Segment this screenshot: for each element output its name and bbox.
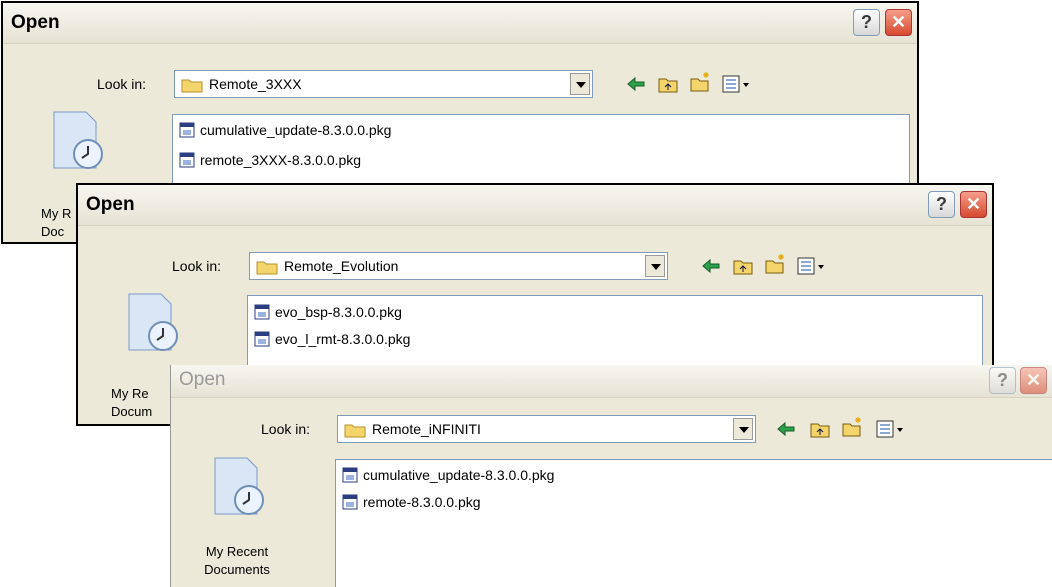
- back-arrow-icon[interactable]: [700, 255, 722, 277]
- my-recent-documents-label[interactable]: My Recent Documents: [195, 543, 279, 579]
- folder-icon: [344, 424, 366, 438]
- look-in-label: Look in:: [97, 76, 147, 92]
- file-item[interactable]: evo_bsp-8.3.0.0.pkg: [254, 302, 402, 322]
- new-folder-icon[interactable]: [689, 71, 711, 93]
- look-in-label: Look in:: [261, 421, 311, 437]
- look-in-combo[interactable]: Remote_3XXX: [174, 70, 593, 98]
- back-arrow-icon[interactable]: [625, 73, 647, 95]
- new-folder-icon[interactable]: [764, 253, 786, 275]
- recent-label-line1: My Re: [111, 386, 149, 401]
- look-in-label: Look in:: [172, 258, 222, 274]
- close-button[interactable]: ✕: [1020, 367, 1047, 394]
- dialog-title: Open: [86, 194, 135, 215]
- file-list[interactable]: cumulative_update-8.3.0.0.pkg remote-8.3…: [335, 459, 1052, 587]
- up-folder-icon[interactable]: [809, 418, 831, 440]
- recent-label-line2: Documents: [204, 562, 270, 577]
- file-item[interactable]: evo_l_rmt-8.3.0.0.pkg: [254, 329, 410, 349]
- view-menu-icon[interactable]: [721, 73, 751, 95]
- new-folder-icon[interactable]: [841, 416, 863, 438]
- look-in-combo[interactable]: Remote_iNFINITI: [337, 415, 756, 443]
- recent-label-line1: My R: [41, 206, 72, 221]
- back-arrow-icon[interactable]: [775, 418, 797, 440]
- file-item[interactable]: cumulative_update-8.3.0.0.pkg: [342, 465, 554, 485]
- file-name: evo_bsp-8.3.0.0.pkg: [275, 304, 402, 320]
- package-file-icon: [342, 494, 358, 510]
- title-bar[interactable]: Open ? ✕: [78, 185, 992, 226]
- look-in-combo[interactable]: Remote_Evolution: [249, 252, 668, 280]
- help-button[interactable]: ?: [853, 9, 880, 36]
- recent-documents-icon[interactable]: [48, 108, 104, 172]
- view-menu-icon[interactable]: [875, 418, 905, 440]
- help-button[interactable]: ?: [989, 367, 1016, 394]
- file-name: remote_3XXX-8.3.0.0.pkg: [200, 152, 362, 168]
- help-button[interactable]: ?: [928, 191, 955, 218]
- up-folder-icon[interactable]: [732, 255, 754, 277]
- recent-label-line1: My Recent: [205, 544, 269, 559]
- package-file-icon: [254, 331, 270, 347]
- my-recent-documents-label[interactable]: My R Doc: [41, 205, 81, 241]
- package-file-icon: [254, 304, 270, 320]
- file-item[interactable]: cumulative_update-8.3.0.0.pkg: [179, 120, 391, 140]
- file-item[interactable]: remote-8.3.0.0.pkg: [342, 492, 481, 512]
- recent-label-line2: Doc: [41, 224, 65, 239]
- package-file-icon: [179, 152, 195, 168]
- dialog-title: Open: [11, 12, 60, 33]
- chevron-down-icon[interactable]: [645, 255, 665, 277]
- open-dialog-remote-infiniti: Open ? ✕ Look in: Remote_iNFINITI My Rec…: [170, 365, 1052, 587]
- recent-documents-icon[interactable]: [209, 454, 265, 518]
- up-folder-icon[interactable]: [657, 73, 679, 95]
- file-item[interactable]: remote_3XXX-8.3.0.0.pkg: [179, 150, 361, 170]
- close-button[interactable]: ✕: [960, 191, 987, 218]
- dialog-title: Open: [179, 369, 226, 390]
- my-recent-documents-label[interactable]: My Re Docum: [111, 385, 171, 421]
- title-bar[interactable]: Open ? ✕: [171, 365, 1052, 398]
- file-name: evo_l_rmt-8.3.0.0.pkg: [275, 331, 411, 347]
- title-bar[interactable]: Open ? ✕: [3, 3, 917, 44]
- folder-icon: [256, 261, 278, 275]
- recent-label-line2: Docum: [111, 404, 153, 419]
- recent-documents-icon[interactable]: [123, 290, 179, 354]
- look-in-value: Remote_iNFINITI: [372, 421, 481, 437]
- view-menu-icon[interactable]: [796, 255, 826, 277]
- look-in-value: Remote_3XXX: [209, 76, 302, 92]
- package-file-icon: [342, 467, 358, 483]
- file-name: remote-8.3.0.0.pkg: [363, 494, 481, 510]
- file-name: cumulative_update-8.3.0.0.pkg: [363, 467, 555, 483]
- chevron-down-icon[interactable]: [733, 418, 753, 440]
- package-file-icon: [179, 122, 195, 138]
- close-button[interactable]: ✕: [885, 9, 912, 36]
- file-name: cumulative_update-8.3.0.0.pkg: [200, 122, 392, 138]
- folder-icon: [181, 79, 203, 93]
- chevron-down-icon[interactable]: [570, 73, 590, 95]
- look-in-value: Remote_Evolution: [284, 258, 399, 274]
